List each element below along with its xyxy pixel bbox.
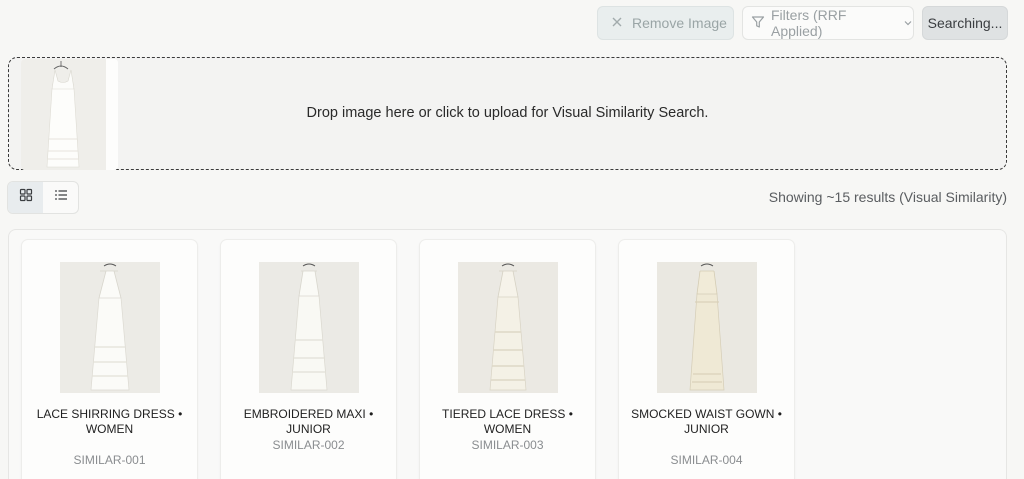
result-title: TIERED LACE DRESS • WOMEN: [442, 407, 573, 436]
filter-icon: [751, 15, 765, 32]
result-image: [458, 262, 558, 393]
image-drop-zone[interactable]: Drop image here or click to upload for V…: [8, 57, 1007, 170]
result-id: SIMILAR-004: [670, 453, 743, 467]
list-view-button[interactable]: [43, 182, 78, 213]
view-toggle: [7, 181, 79, 214]
search-button-label: Searching...: [927, 15, 1003, 31]
grid-view-button[interactable]: [8, 182, 43, 213]
chevron-down-icon: [903, 15, 913, 31]
result-card[interactable]: EMBROIDERED MAXI • JUNIOR SIMILAR-002: [220, 239, 397, 479]
result-id: SIMILAR-001: [73, 453, 146, 467]
result-image: [657, 262, 757, 393]
results-summary: Showing ~15 results (Visual Similarity): [768, 189, 1007, 205]
result-image: [60, 262, 160, 393]
result-image: [259, 262, 359, 393]
search-button[interactable]: Searching...: [922, 6, 1008, 40]
result-title: LACE SHIRRING DRESS • WOMEN: [36, 407, 183, 436]
remove-image-button[interactable]: Remove Image: [597, 6, 734, 40]
result-title: SMOCKED WAIST GOWN • JUNIOR: [631, 407, 782, 436]
result-id: SIMILAR-002: [272, 438, 345, 452]
result-title: EMBROIDERED MAXI • JUNIOR: [243, 407, 374, 436]
toolbar: Remove Image Filters (RRF Applied) Searc…: [597, 6, 1008, 40]
filters-label: Filters (RRF Applied): [771, 7, 847, 39]
remove-image-label: Remove Image: [632, 15, 727, 31]
grid-view-icon: [19, 188, 33, 207]
results-grid: LACE SHIRRING DRESS • WOMEN SIMILAR-001 …: [8, 229, 1007, 479]
filters-dropdown[interactable]: Filters (RRF Applied): [742, 6, 914, 40]
close-icon: [611, 15, 623, 31]
result-card[interactable]: TIERED LACE DRESS • WOMEN SIMILAR-003: [419, 239, 596, 479]
result-card[interactable]: LACE SHIRRING DRESS • WOMEN SIMILAR-001: [21, 239, 198, 479]
result-card[interactable]: SMOCKED WAIST GOWN • JUNIOR SIMILAR-004: [618, 239, 795, 479]
result-id: SIMILAR-003: [471, 438, 544, 452]
drop-zone-instructions: Drop image here or click to upload for V…: [306, 105, 709, 121]
list-view-icon: [54, 188, 68, 207]
